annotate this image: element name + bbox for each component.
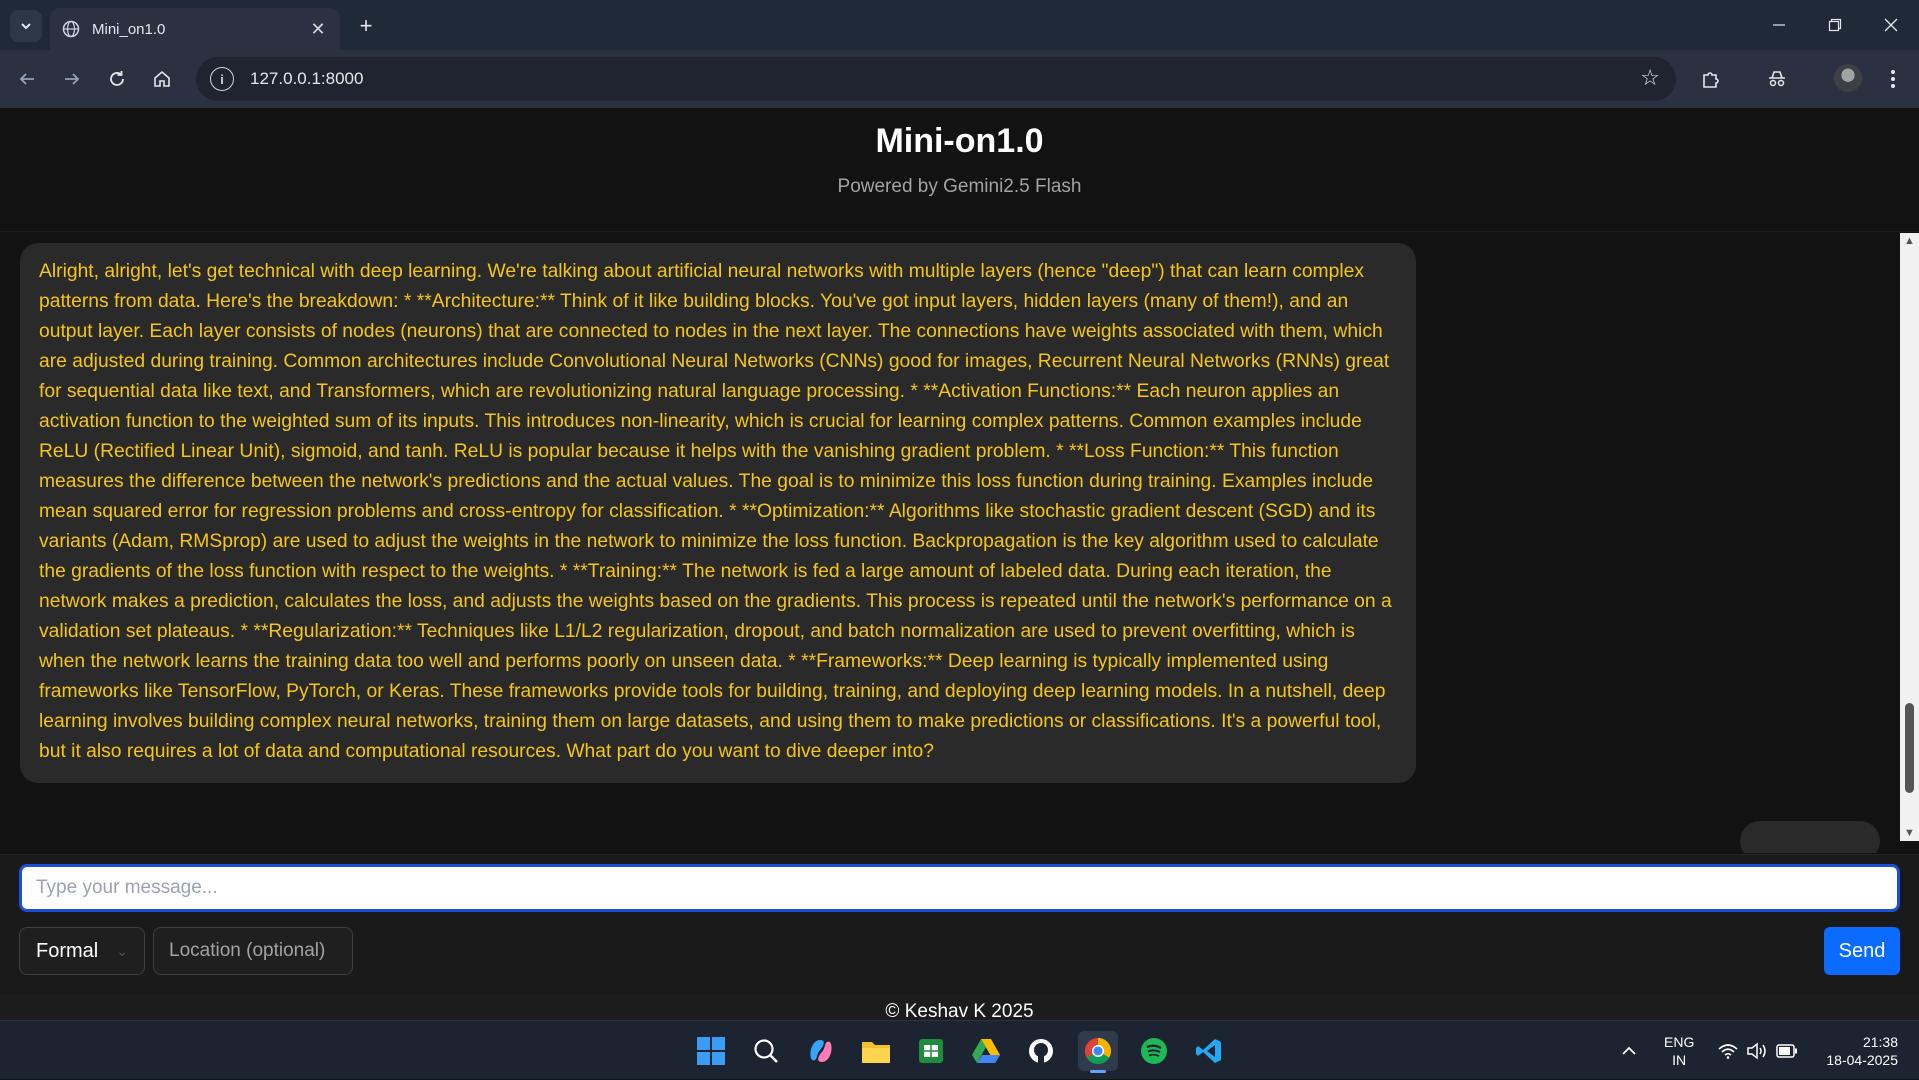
arrow-left-icon	[19, 73, 34, 85]
vscode-icon[interactable]	[1189, 1031, 1229, 1071]
chat-app-page: Mini-on1.0 Powered by Gemini2.5 Flash Al…	[0, 108, 1919, 1030]
network-status[interactable]	[1718, 1021, 1738, 1080]
app-title: Mini-on1.0	[875, 122, 1044, 160]
address-bar[interactable]: i 127.0.0.1:8000 ☆	[196, 57, 1676, 101]
chat-history[interactable]: Alright, alright, let's get technical wi…	[0, 233, 1900, 853]
new-tab-button[interactable]: +	[352, 12, 380, 40]
home-button[interactable]	[145, 62, 179, 96]
back-button[interactable]	[10, 62, 44, 96]
restore-button[interactable]	[1807, 0, 1863, 50]
language-region: IN	[1672, 1051, 1687, 1068]
spotify-icon[interactable]	[1134, 1031, 1174, 1071]
clock[interactable]: 21:38 18-04-2025	[1814, 1021, 1898, 1080]
tab-title: Mini_on1.0	[92, 20, 166, 38]
active-app-indicator	[1090, 1070, 1106, 1073]
browser-menu-button[interactable]	[1876, 62, 1910, 96]
location-input[interactable]	[153, 927, 353, 975]
site-info-icon[interactable]: i	[210, 67, 234, 91]
tone-select[interactable]: Formal ⌄	[19, 927, 145, 975]
windows-start-icon[interactable]	[691, 1031, 731, 1071]
clock-time: 21:38	[1862, 1033, 1898, 1050]
scrollbar-thumb[interactable]	[1905, 703, 1914, 793]
tray-overflow-button[interactable]	[1621, 1021, 1637, 1080]
scroll-up-icon[interactable]: ▲	[1904, 235, 1915, 247]
globe-icon	[62, 20, 80, 38]
scroll-down-icon[interactable]: ▼	[1904, 827, 1915, 839]
github-icon[interactable]	[1021, 1031, 1061, 1071]
url-text: 127.0.0.1:8000	[250, 69, 364, 88]
battery-status[interactable]	[1776, 1021, 1798, 1080]
composer: Formal ⌄ Send	[0, 854, 1919, 994]
language-indicator[interactable]: ENG IN	[1664, 1021, 1694, 1080]
send-button[interactable]: Send	[1824, 927, 1900, 975]
tab-search-button[interactable]	[10, 10, 42, 42]
browser-tab[interactable]: Mini_on1.0 ✕	[50, 8, 340, 50]
wifi-icon	[1718, 1043, 1738, 1059]
chevron-down-icon	[21, 23, 31, 30]
tab-close-icon[interactable]: ✕	[308, 19, 328, 40]
sheets-icon[interactable]	[911, 1031, 951, 1071]
incognito-button[interactable]	[1760, 62, 1794, 96]
reload-button[interactable]	[100, 62, 134, 96]
puzzle-icon	[1703, 72, 1719, 88]
restore-icon	[1828, 18, 1842, 32]
volume-status[interactable]	[1746, 1021, 1768, 1080]
browser-tab-bar: Mini_on1.0 ✕ +	[0, 0, 1919, 50]
search-icon[interactable]	[746, 1031, 786, 1071]
forward-button[interactable]	[55, 62, 89, 96]
message-input[interactable]	[19, 864, 1900, 912]
copilot-icon[interactable]	[801, 1031, 841, 1071]
incognito-icon	[1769, 71, 1785, 87]
close-icon	[1884, 18, 1898, 32]
battery-icon	[1776, 1043, 1797, 1058]
user-message-partial	[1740, 821, 1880, 853]
minimize-icon	[1773, 24, 1785, 26]
speaker-icon	[1747, 1041, 1766, 1060]
kebab-menu-icon	[1891, 70, 1895, 88]
chrome-icon[interactable]	[1078, 1031, 1118, 1073]
app-header: Mini-on1.0 Powered by Gemini2.5 Flash	[0, 108, 1919, 232]
arrow-right-icon	[65, 73, 80, 85]
file-explorer-icon[interactable]	[856, 1031, 896, 1071]
bot-message: Alright, alright, let's get technical wi…	[20, 243, 1416, 783]
os-taskbar: ENG IN 21:38 18-04-2025	[0, 1020, 1919, 1079]
app-subtitle: Powered by Gemini2.5 Flash	[837, 176, 1082, 197]
profile-avatar[interactable]	[1834, 64, 1862, 92]
chevron-down-icon: ⌄	[116, 942, 128, 959]
tone-select-value: Formal	[36, 939, 99, 962]
language-code: ENG	[1664, 1033, 1695, 1050]
clock-date: 18-04-2025	[1826, 1051, 1898, 1068]
minimize-button[interactable]	[1751, 0, 1807, 50]
extensions-button[interactable]	[1694, 62, 1728, 96]
google-drive-icon[interactable]	[966, 1031, 1006, 1071]
home-icon	[154, 70, 170, 87]
close-window-button[interactable]	[1863, 0, 1919, 50]
bookmark-star-icon[interactable]: ☆	[1640, 65, 1660, 91]
chat-scrollbar[interactable]: ▲ ▼	[1900, 233, 1919, 841]
chevron-up-icon	[1622, 1046, 1636, 1055]
reload-icon	[110, 71, 124, 86]
